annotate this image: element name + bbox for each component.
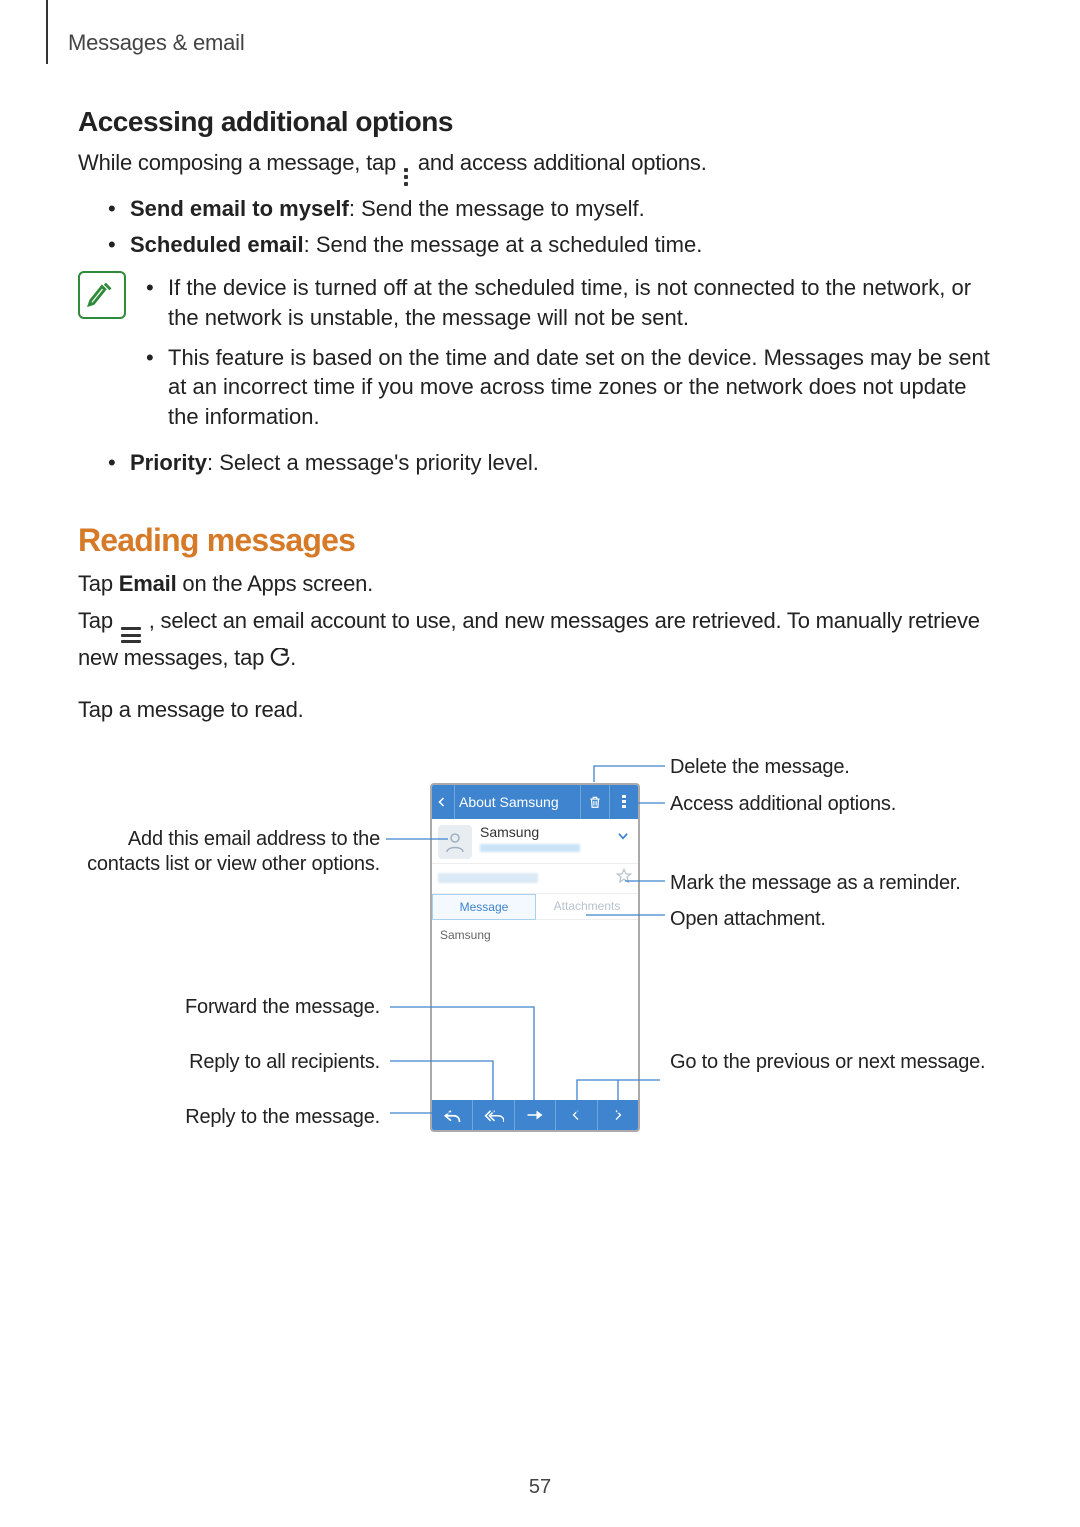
text: , select an email account to use, and ne… xyxy=(78,608,980,670)
back-button[interactable] xyxy=(432,785,455,819)
app-name: Email xyxy=(119,571,177,596)
text: on the Apps screen. xyxy=(177,571,374,596)
page-number: 57 xyxy=(0,1476,1080,1499)
callout-reply: Reply to the message. xyxy=(80,1105,380,1130)
reply-all-button[interactable] xyxy=(473,1100,514,1130)
tab-message[interactable]: Message xyxy=(432,894,536,920)
options-list: Send email to myself: Send the message t… xyxy=(108,194,1002,259)
header-rule xyxy=(46,0,48,64)
options-list: Priority: Select a message's priority le… xyxy=(108,448,1002,478)
section-heading-reading: Reading messages xyxy=(78,522,1002,559)
option-title: Send email to myself xyxy=(130,196,349,221)
date-blur xyxy=(438,873,538,883)
star-button[interactable] xyxy=(616,868,632,889)
list-item: Send email to myself: Send the message t… xyxy=(108,194,1002,224)
sender-row: Samsung xyxy=(432,819,638,864)
list-item: Priority: Select a message's priority le… xyxy=(108,448,1002,478)
reading-p2: Tap , select an email account to use, an… xyxy=(78,606,1002,673)
expand-icon[interactable] xyxy=(616,827,630,848)
phone-screenshot: About Samsung xyxy=(430,783,640,1132)
callout-more: Access additional options. xyxy=(670,792,1000,817)
breadcrumb: Messages & email xyxy=(68,30,1002,56)
refresh-icon xyxy=(270,646,290,666)
callout-avatar: Add this email address to the contacts l… xyxy=(80,827,380,877)
option-desc: : Select a message's priority level. xyxy=(207,450,539,475)
option-desc: : Send the message at a scheduled time. xyxy=(304,232,703,257)
forward-button[interactable] xyxy=(515,1100,556,1130)
more-icon xyxy=(404,168,410,186)
text: While composing a message, tap xyxy=(78,150,402,175)
section-heading-accessing: Accessing additional options xyxy=(78,106,1002,138)
note-icon xyxy=(78,271,126,319)
phone-topbar: About Samsung xyxy=(432,785,638,819)
callout-delete: Delete the message. xyxy=(670,755,1000,780)
text: and access additional options. xyxy=(418,150,707,175)
sender-name: Samsung xyxy=(480,825,580,840)
phone-title: About Samsung xyxy=(455,794,580,810)
delete-button[interactable] xyxy=(580,785,609,819)
more-button[interactable] xyxy=(609,785,638,819)
option-desc: : Send the message to myself. xyxy=(349,196,645,221)
page: Messages & email Accessing additional op… xyxy=(0,0,1080,1527)
list-item: Scheduled email: Send the message at a s… xyxy=(108,230,1002,260)
text: Tap xyxy=(78,571,119,596)
figure-email-reader: About Samsung xyxy=(80,755,1000,1155)
reading-p1: Tap Email on the Apps screen. xyxy=(78,569,1002,599)
note-block: If the device is turned off at the sched… xyxy=(78,267,1002,441)
text: . xyxy=(290,645,296,670)
callout-replyall: Reply to all recipients. xyxy=(80,1050,380,1075)
bottom-toolbar xyxy=(432,1100,638,1130)
callout-attach: Open attachment. xyxy=(670,907,1000,932)
next-button[interactable] xyxy=(598,1100,638,1130)
callout-prevnext: Go to the previous or next message. xyxy=(670,1050,1000,1075)
section1-intro: While composing a message, tap and acces… xyxy=(78,148,1002,186)
reply-button[interactable] xyxy=(432,1100,473,1130)
note-item: If the device is turned off at the sched… xyxy=(146,273,1002,332)
tab-attachments[interactable]: Attachments xyxy=(536,894,638,920)
option-title: Scheduled email xyxy=(130,232,304,257)
meta-row xyxy=(432,864,638,894)
prev-button[interactable] xyxy=(556,1100,597,1130)
sender-address-blur xyxy=(480,844,580,852)
text: Tap xyxy=(78,608,119,633)
menu-icon xyxy=(121,627,141,643)
callout-forward: Forward the message. xyxy=(80,995,380,1020)
reading-p3: Tap a message to read. xyxy=(78,695,1002,725)
avatar[interactable] xyxy=(438,825,472,859)
callout-star: Mark the message as a reminder. xyxy=(670,871,1000,896)
note-item: This feature is based on the time and da… xyxy=(146,343,1002,432)
note-content: If the device is turned off at the sched… xyxy=(146,267,1002,441)
tabs-row: Message Attachments xyxy=(432,894,638,920)
email-body: Samsung xyxy=(432,920,638,1090)
option-title: Priority xyxy=(130,450,207,475)
